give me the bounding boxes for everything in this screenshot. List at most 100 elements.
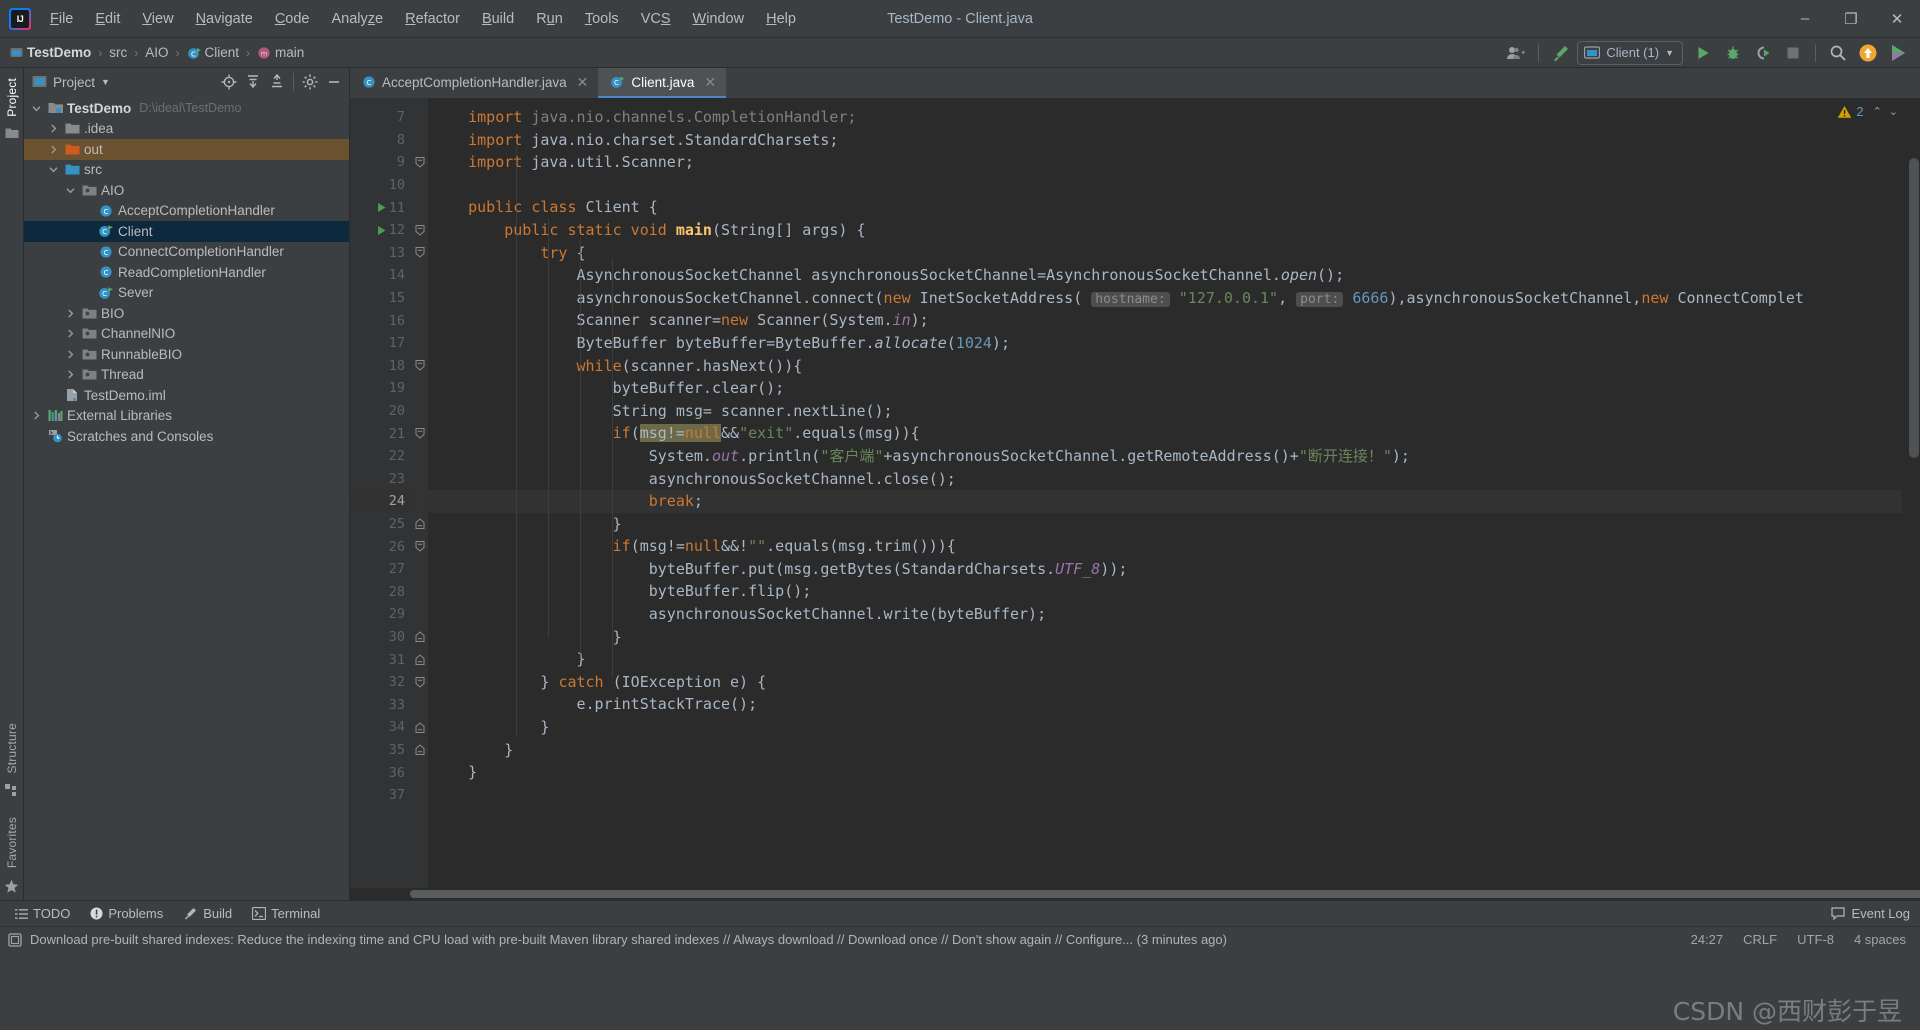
vertical-scrollbar-thumb[interactable] [1909,158,1919,458]
menu-build[interactable]: Build [471,7,525,31]
code-line-21[interactable]: if(msg!=null&&"exit".equals(msg)){ [428,422,1902,445]
code-line-12[interactable]: public static void main(String[] args) { [428,219,1902,242]
tool-window-button-project[interactable]: Project [5,72,19,123]
update-project-icon[interactable] [1854,40,1882,66]
line-number-26[interactable]: 26 [350,535,412,558]
line-number-28[interactable]: 28 [350,580,412,603]
collapse-all-icon[interactable] [266,71,288,93]
code-line-7[interactable]: import java.nio.channels.CompletionHandl… [428,106,1902,129]
line-number-35[interactable]: 35 [350,739,412,762]
fold-marker-minus[interactable] [412,535,428,558]
fold-marker-minus[interactable] [412,219,428,242]
code-line-20[interactable]: String msg= scanner.nextLine(); [428,400,1902,423]
fold-marker-minus[interactable] [412,422,428,445]
run-configuration-selector[interactable]: Client (1) ▼ [1577,40,1683,65]
search-everywhere-icon[interactable] [1824,40,1852,66]
line-number-21[interactable]: 21 [350,422,412,445]
fold-marker-plus[interactable] [412,739,428,762]
line-number-32[interactable]: 32 [350,671,412,694]
line-number-23[interactable]: 23 [350,468,412,491]
code-line-16[interactable]: Scanner scanner=new Scanner(System.in); [428,309,1902,332]
menu-view[interactable]: View [131,7,184,31]
code-content[interactable]: import java.nio.channels.CompletionHandl… [428,98,1902,888]
chevron-right-icon[interactable] [66,329,80,338]
menu-help[interactable]: Help [755,7,807,31]
line-number-11[interactable]: 11 [350,196,412,219]
status-message[interactable]: Download pre-built shared indexes: Reduc… [30,932,1227,947]
menu-analyze[interactable]: Analyze [321,7,395,31]
line-number-8[interactable]: 8 [350,129,412,152]
line-number-20[interactable]: 20 [350,400,412,423]
close-button[interactable]: ✕ [1874,0,1920,38]
code-line-14[interactable]: AsynchronousSocketChannel asynchronousSo… [428,264,1902,287]
fold-marker-minus[interactable] [412,671,428,694]
build-hammer-icon[interactable] [1547,40,1575,66]
horizontal-scrollbar-thumb[interactable] [410,890,1920,898]
event-log-button[interactable]: Event Log [1831,906,1920,921]
code-line-18[interactable]: while(scanner.hasNext()){ [428,355,1902,378]
line-number-17[interactable]: 17 [350,332,412,355]
code-line-24[interactable]: break; [428,490,1902,513]
code-line-11[interactable]: public class Client { [428,196,1902,219]
menu-edit[interactable]: Edit [84,7,131,31]
fold-marker-minus[interactable] [412,151,428,174]
minimize-button[interactable]: – [1782,0,1828,38]
line-number-24[interactable]: 24 [350,490,412,513]
line-number-33[interactable]: 33 [350,693,412,716]
code-line-26[interactable]: if(msg!=null&&!"".equals(msg.trim())){ [428,535,1902,558]
code-line-15[interactable]: asynchronousSocketChannel.connect(new In… [428,287,1902,310]
notification-icon[interactable] [8,932,22,947]
line-number-18[interactable]: 18 [350,355,412,378]
line-number-16[interactable]: 16 [350,309,412,332]
tree-node-runnablebio[interactable]: RunnableBIO [24,344,349,365]
tree-node-channelnio[interactable]: ChannelNIO [24,324,349,345]
bottom-tab-problems[interactable]: Problems [81,904,172,923]
editor-fold-gutter[interactable] [412,98,428,888]
chevron-down-icon[interactable] [32,104,46,113]
code-line-25[interactable]: } [428,513,1902,536]
caret-position[interactable]: 24:27 [1691,932,1724,947]
run-gutter-icon[interactable] [376,225,387,236]
hide-panel-icon[interactable] [323,71,345,93]
chevron-down-icon[interactable] [66,186,80,195]
code-line-33[interactable]: e.printStackTrace(); [428,693,1902,716]
settings-gear-icon[interactable] [299,71,321,93]
code-line-32[interactable]: } catch (IOException e) { [428,671,1902,694]
code-line-35[interactable]: } [428,739,1902,762]
code-line-34[interactable]: } [428,716,1902,739]
code-line-29[interactable]: asynchronousSocketChannel.write(byteBuff… [428,603,1902,626]
bottom-tab-build[interactable]: Build [174,904,241,923]
line-number-36[interactable]: 36 [350,761,412,784]
code-line-17[interactable]: ByteBuffer byteBuffer=ByteBuffer.allocat… [428,332,1902,355]
plugin-rainbow-icon[interactable] [1884,40,1912,66]
tree-node-sever[interactable]: C Sever [24,283,349,304]
debug-bug-icon[interactable] [1719,40,1747,66]
code-line-8[interactable]: import java.nio.charset.StandardCharsets… [428,129,1902,152]
code-line-37[interactable] [428,784,1902,807]
tree-node-client[interactable]: C Client [24,221,349,242]
code-line-27[interactable]: byteBuffer.put(msg.getBytes(StandardChar… [428,558,1902,581]
line-number-31[interactable]: 31 [350,648,412,671]
chevron-right-icon[interactable] [66,350,80,359]
chevron-right-icon[interactable] [49,145,63,154]
indent-setting[interactable]: 4 spaces [1854,932,1906,947]
chevron-down-icon[interactable]: ▼ [101,77,110,87]
close-icon[interactable]: ✕ [577,74,589,91]
user-account-icon[interactable] [1502,40,1530,66]
run-with-coverage-icon[interactable] [1749,40,1777,66]
line-number-19[interactable]: 19 [350,377,412,400]
fold-marker-plus[interactable] [412,513,428,536]
tool-window-button-structure[interactable]: Structure [5,717,19,780]
breadcrumb-item-src[interactable]: src [109,45,127,60]
tree-node-bio[interactable]: BIO [24,303,349,324]
tree-node-idea[interactable]: .idea [24,119,349,140]
horizontal-scrollbar[interactable] [350,888,1920,900]
menu-run[interactable]: Run [525,7,574,31]
code-line-31[interactable]: } [428,648,1902,671]
breadcrumb-item-project[interactable]: TestDemo [10,45,91,60]
tree-node-connectcompletionhandler[interactable]: C ConnectCompletionHandler [24,242,349,263]
tree-node-readcompletionhandler[interactable]: C ReadCompletionHandler [24,262,349,283]
editor-tab-client[interactable]: C Client.java ✕ [598,68,727,98]
run-gutter-icon[interactable] [376,202,387,213]
tree-node-acceptcompletionhandler[interactable]: C AcceptCompletionHandler [24,201,349,222]
